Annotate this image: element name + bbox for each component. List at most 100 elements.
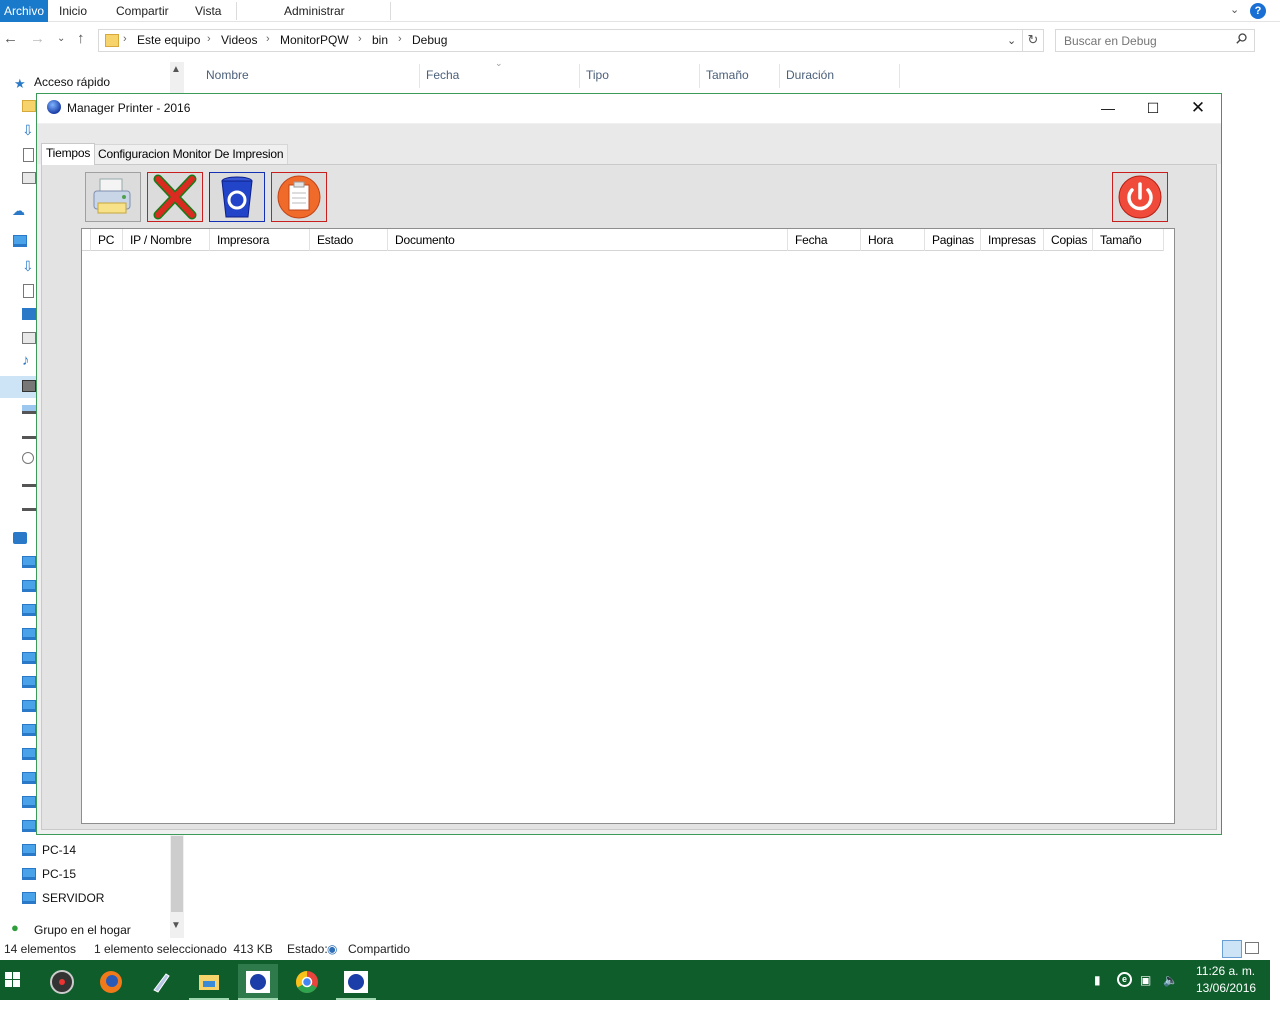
clear-button[interactable] (209, 172, 265, 222)
report-button[interactable] (271, 172, 327, 222)
ribbon-expand-chevron-icon[interactable]: ⌄ (1230, 3, 1239, 16)
picture-icon[interactable] (22, 172, 36, 184)
refresh-icon[interactable]: ↻ (1022, 29, 1044, 52)
col-fecha[interactable]: Fecha (788, 229, 861, 251)
col-tamano[interactable]: Tamaño (1093, 229, 1164, 251)
drive-icon[interactable] (22, 405, 36, 414)
scroll-up-icon[interactable]: ▲ (171, 64, 181, 75)
computer-icon[interactable] (22, 580, 36, 592)
tab-tiempos[interactable]: Tiempos (41, 143, 96, 165)
computer-icon[interactable] (22, 724, 36, 736)
address-dropdown-icon[interactable]: ⌄ (1007, 34, 1016, 47)
dvd-drive-icon[interactable] (22, 452, 34, 464)
computer-icon[interactable] (22, 604, 36, 616)
tray-browser-e-icon[interactable]: e (1117, 972, 1132, 987)
address-bar[interactable]: › Este equipo › Videos › MonitorPQW › bi… (98, 29, 1023, 52)
large-icons-view-icon[interactable] (1245, 942, 1259, 954)
computer-icon[interactable] (22, 796, 36, 808)
clock-date[interactable]: 13/06/2016 (1196, 981, 1256, 995)
col-hora[interactable]: Hora (861, 229, 925, 251)
nav-homegroup[interactable]: Grupo en el hogar (34, 920, 131, 940)
tab-configuracion-monitor[interactable]: Configuracion Monitor De Impresion (93, 144, 289, 164)
col-impresas[interactable]: Impresas (981, 229, 1044, 251)
breadcrumb-debug[interactable]: Debug (412, 33, 447, 47)
this-pc-icon[interactable] (13, 235, 27, 247)
column-fecha[interactable]: Fecha (426, 68, 459, 82)
computer-icon[interactable] (22, 772, 36, 784)
printer-button[interactable] (85, 172, 141, 222)
nav-scrollbar-thumb[interactable] (171, 836, 183, 912)
breadcrumb-este-equipo[interactable]: Este equipo (137, 33, 200, 47)
desktop-icon[interactable] (22, 308, 36, 320)
network-drive-icon[interactable] (22, 504, 36, 511)
tab-vista[interactable]: Vista (195, 0, 221, 22)
window-titlebar[interactable]: Manager Printer - 2016 — ☐ ✕ (37, 94, 1221, 123)
column-tipo[interactable]: Tipo (586, 68, 609, 82)
cancel-job-button[interactable] (147, 172, 203, 222)
onedrive-cloud-icon[interactable]: ☁ (12, 203, 25, 219)
document-icon[interactable] (23, 148, 34, 162)
computer-icon[interactable] (22, 556, 36, 568)
breadcrumb-bin[interactable]: bin (372, 33, 388, 47)
clock-time[interactable]: 11:26 a. m. (1196, 964, 1255, 978)
computer-icon[interactable] (22, 700, 36, 712)
video-icon[interactable] (22, 380, 36, 392)
forward-arrow-icon[interactable]: → (30, 30, 45, 47)
computer-icon[interactable] (22, 652, 36, 664)
taskbar-manager-printer-2[interactable] (336, 964, 376, 1000)
power-button[interactable] (1112, 172, 1168, 222)
maximize-icon[interactable]: ☐ (1130, 94, 1176, 123)
column-tamano[interactable]: Tamaño (706, 68, 749, 82)
print-jobs-list[interactable]: PC IP / Nombre Impresora Estado Document… (81, 228, 1175, 824)
download-icon[interactable]: ⇩ (22, 259, 36, 273)
recent-dropdown-icon[interactable]: ⌄ (57, 33, 65, 44)
col-copias[interactable]: Copias (1044, 229, 1093, 251)
tab-compartir[interactable]: Compartir (116, 0, 169, 22)
taskbar-app-pen[interactable] (140, 964, 180, 1000)
nav-pc-14[interactable]: PC-14 (42, 840, 76, 860)
col-documento[interactable]: Documento (388, 229, 788, 251)
picture-icon[interactable] (22, 332, 36, 344)
breadcrumb-videos[interactable]: Videos (221, 33, 257, 47)
col-estado[interactable]: Estado (310, 229, 388, 251)
nav-quick-access[interactable]: Acceso rápido (34, 72, 110, 92)
search-input[interactable] (1055, 29, 1255, 52)
network-drive-icon[interactable] (22, 480, 36, 487)
network-drive-icon[interactable] (22, 432, 36, 439)
col-ip-nombre[interactable]: IP / Nombre (123, 229, 210, 251)
tab-administrar[interactable]: Administrar (284, 0, 345, 22)
col-paginas[interactable]: Paginas (925, 229, 981, 251)
computer-icon[interactable] (22, 676, 36, 688)
music-icon[interactable]: ♪ (22, 353, 36, 368)
nav-servidor[interactable]: SERVIDOR (42, 888, 104, 908)
details-view-icon[interactable] (1222, 940, 1242, 958)
taskbar-firefox[interactable] (91, 964, 131, 1000)
taskbar-chrome[interactable] (287, 964, 327, 1000)
computer-icon[interactable] (22, 748, 36, 760)
computer-icon[interactable] (22, 820, 36, 832)
back-arrow-icon[interactable]: ← (3, 30, 18, 47)
taskbar-file-explorer[interactable] (189, 964, 229, 1000)
tray-network-icon[interactable]: ▣ (1140, 973, 1151, 987)
breadcrumb-monitorpqw[interactable]: MonitorPQW (280, 33, 349, 47)
search-icon[interactable] (1236, 33, 1247, 44)
tray-volume-icon[interactable]: 🔈 (1163, 973, 1178, 987)
nav-pc-15[interactable]: PC-15 (42, 864, 76, 884)
start-button[interactable] (0, 962, 40, 998)
col-pc[interactable]: PC (91, 229, 123, 251)
minimize-icon[interactable]: — (1085, 94, 1131, 123)
help-icon[interactable]: ? (1250, 3, 1266, 19)
network-icon[interactable] (13, 532, 27, 544)
tab-archivo[interactable]: Archivo (0, 0, 49, 22)
up-arrow-icon[interactable]: ↑ (77, 30, 85, 47)
taskbar-app-disc[interactable] (42, 964, 82, 1000)
scroll-down-icon[interactable]: ▼ (171, 920, 181, 931)
taskbar-manager-printer-1[interactable] (238, 964, 278, 1000)
column-duracion[interactable]: Duración (786, 68, 834, 82)
document-icon[interactable] (23, 284, 34, 298)
computer-icon[interactable] (22, 628, 36, 640)
col-impresora[interactable]: Impresora (210, 229, 310, 251)
tray-usb-icon[interactable]: ▮ (1094, 973, 1101, 987)
download-icon[interactable]: ⇩ (22, 123, 36, 137)
folder-icon[interactable] (22, 100, 36, 112)
